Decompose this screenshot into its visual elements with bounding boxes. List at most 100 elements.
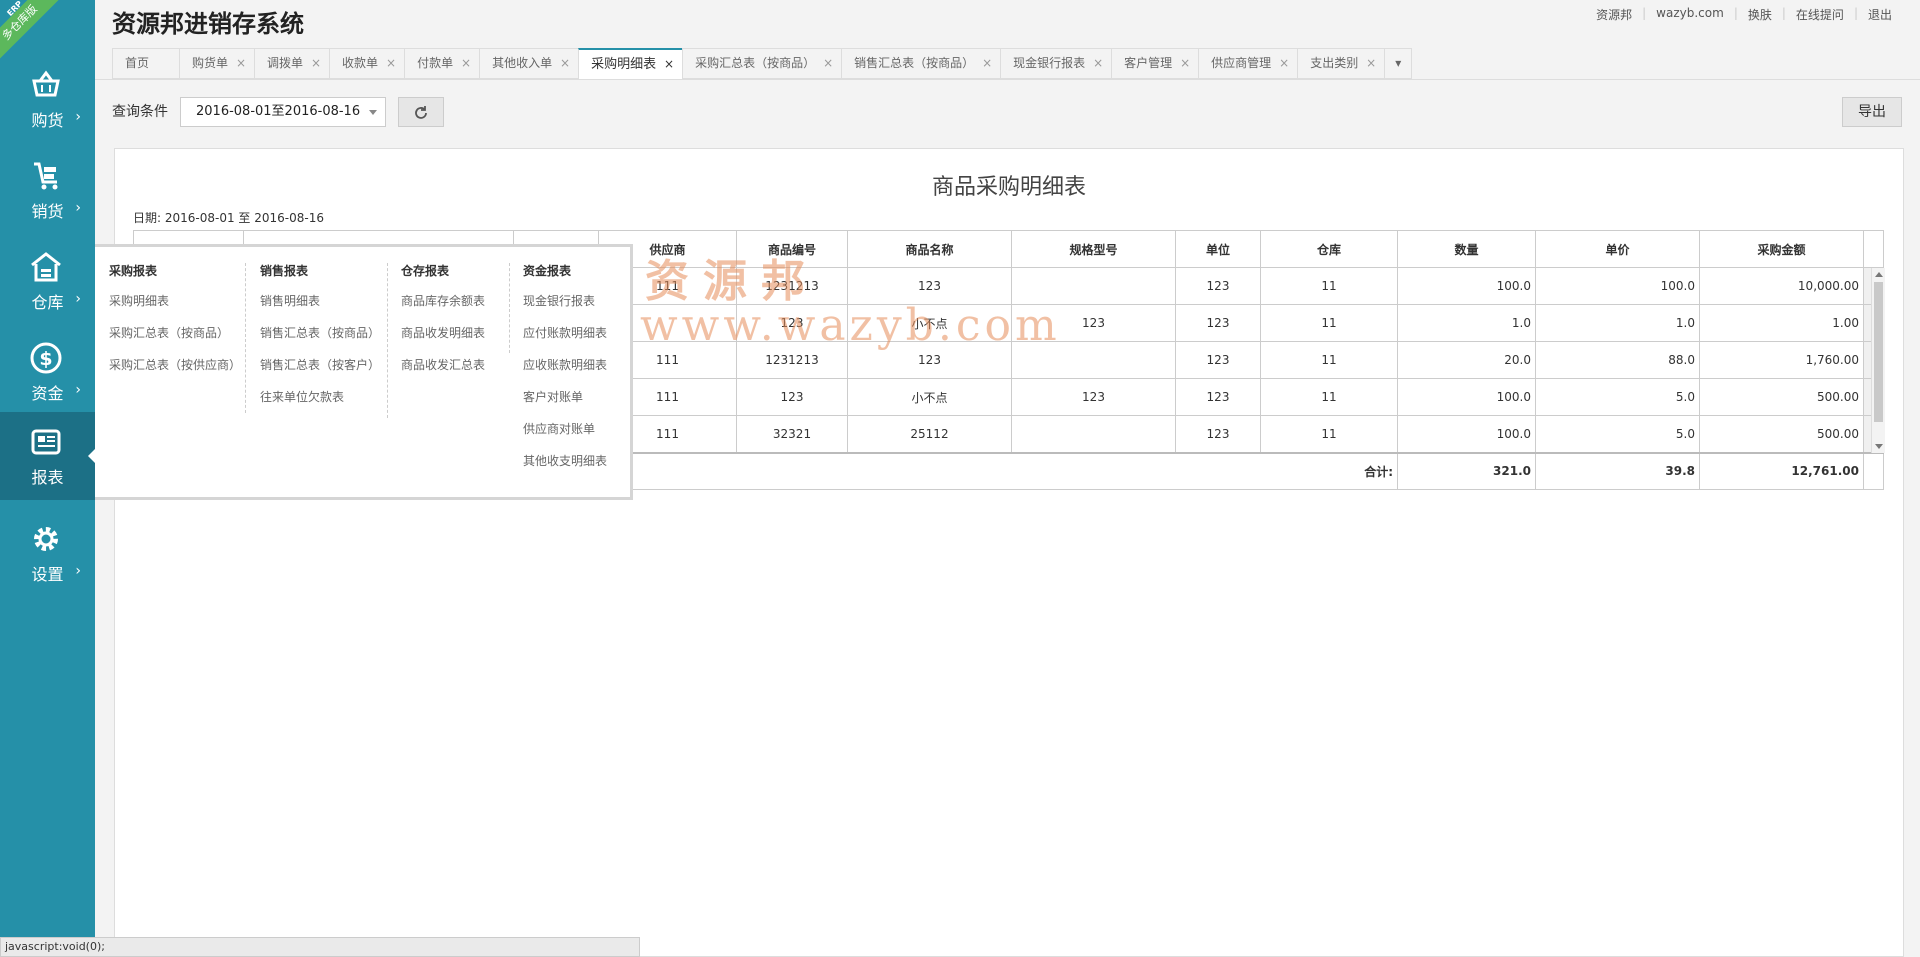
menu-item[interactable]: 采购明细表 <box>109 291 241 323</box>
menu-item[interactable]: 销售汇总表（按客户） <box>260 355 380 387</box>
tab-expense-category[interactable]: 支出类别 × <box>1297 48 1385 79</box>
tab-overflow-button[interactable]: ▾ <box>1384 48 1413 79</box>
tab-supplier-mgmt[interactable]: 供应商管理 × <box>1198 48 1298 79</box>
close-icon[interactable]: × <box>982 49 992 78</box>
table-scrollbar[interactable] <box>1871 268 1885 453</box>
close-icon[interactable]: × <box>664 50 674 79</box>
close-icon[interactable]: × <box>236 49 246 78</box>
table-cell: 123 <box>1175 415 1261 453</box>
report-icon <box>31 429 61 455</box>
table-cell: 10,000.00 <box>1699 267 1864 305</box>
menu-item[interactable]: 应收账款明细表 <box>523 355 607 387</box>
total-unit-price: 39.8 <box>1535 451 1700 490</box>
report-date-range: 日期: 2016-08-01 至 2016-08-16 <box>133 211 324 225</box>
column-header-amount[interactable]: 采购金额 <box>1699 230 1864 268</box>
sidebar-item-reports[interactable]: 报表 <box>0 412 96 500</box>
menu-divider <box>509 263 510 353</box>
tab-transfer-order[interactable]: 调拨单 × <box>254 48 330 79</box>
close-icon[interactable]: × <box>1180 49 1190 78</box>
export-button[interactable]: 导出 <box>1842 97 1902 127</box>
table-cell: 32321 <box>736 415 848 453</box>
column-header-spec[interactable]: 规格型号 <box>1011 230 1176 268</box>
table-cell: 123 <box>847 267 1012 305</box>
table-cell <box>1863 451 1884 490</box>
menu-item[interactable]: 销售汇总表（按商品） <box>260 323 380 355</box>
tab-payment[interactable]: 付款单 × <box>404 48 480 79</box>
menu-item[interactable]: 客户对账单 <box>523 387 607 419</box>
tab-purchase-detail[interactable]: 采购明细表 × <box>578 48 683 80</box>
menu-item[interactable]: 现金银行报表 <box>523 291 607 323</box>
date-range-select[interactable]: 2016-08-01至2016-08-16 <box>180 97 386 127</box>
tab-label: 付款单 <box>417 56 454 70</box>
top-link-help[interactable]: 在线提问 <box>1786 6 1854 23</box>
top-link-logout[interactable]: 退出 <box>1858 6 1902 23</box>
top-link-site[interactable]: wazyb.com <box>1646 6 1734 23</box>
tab-customer-mgmt[interactable]: 客户管理 × <box>1111 48 1199 79</box>
table-cell: 100.0 <box>1535 267 1700 305</box>
menu-column-funds: 资金报表 现金银行报表 应付账款明细表 应收账款明细表 客户对账单 供应商对账单… <box>523 261 607 483</box>
scroll-down-arrow-icon[interactable] <box>1875 444 1883 449</box>
menu-item[interactable]: 商品收发汇总表 <box>401 355 485 387</box>
menu-item[interactable]: 应付账款明细表 <box>523 323 607 355</box>
menu-item[interactable]: 销售明细表 <box>260 291 380 323</box>
menu-item[interactable]: 其他收支明细表 <box>523 451 607 483</box>
close-icon[interactable]: × <box>823 49 833 78</box>
menu-item[interactable]: 商品库存余额表 <box>401 291 485 323</box>
tab-purchase-summary-product[interactable]: 采购汇总表（按商品） × <box>682 48 842 79</box>
column-header-warehouse[interactable]: 仓库 <box>1260 230 1398 268</box>
tab-label: 供应商管理 <box>1211 56 1272 70</box>
scrollbar-thumb[interactable] <box>1874 282 1883 422</box>
top-link-skin[interactable]: 换肤 <box>1738 6 1782 23</box>
close-icon[interactable]: × <box>1366 49 1376 78</box>
menu-heading: 仓存报表 <box>401 264 450 278</box>
menu-item[interactable]: 往来单位欠款表 <box>260 387 380 419</box>
chevron-right-icon: › <box>75 109 81 125</box>
close-icon[interactable]: × <box>560 49 570 78</box>
chevron-right-icon: › <box>75 200 81 216</box>
close-icon[interactable]: × <box>311 49 321 78</box>
tab-sales-summary-product[interactable]: 销售汇总表（按商品） × <box>841 48 1001 79</box>
scroll-up-arrow-icon[interactable] <box>1875 272 1883 277</box>
column-header-unit[interactable]: 单位 <box>1175 230 1261 268</box>
sidebar-item-sales[interactable]: 销货 › <box>0 146 95 234</box>
menu-divider <box>245 263 246 413</box>
top-links: 资源邦 | wazyb.com | 换肤 | 在线提问 | 退出 <box>1586 6 1902 23</box>
top-link-home[interactable]: 资源邦 <box>1586 6 1642 23</box>
tab-label: 采购汇总表（按商品） <box>695 56 816 70</box>
column-header-product-name[interactable]: 商品名称 <box>847 230 1012 268</box>
chevron-right-icon: › <box>75 382 81 398</box>
close-icon[interactable]: × <box>386 49 396 78</box>
tab-home[interactable]: 首页 <box>112 48 180 79</box>
basket-icon <box>32 70 60 97</box>
chevron-right-icon: › <box>75 563 81 579</box>
menu-heading: 销售报表 <box>260 264 309 278</box>
close-icon[interactable]: × <box>1093 49 1103 78</box>
sidebar-item-funds[interactable]: $ 资金 › <box>0 328 95 416</box>
menu-item[interactable]: 供应商对账单 <box>523 419 607 451</box>
sidebar-item-warehouse[interactable]: 仓库 › <box>0 237 95 325</box>
column-header-unit-price[interactable]: 单价 <box>1535 230 1700 268</box>
total-amount: 12,761.00 <box>1699 451 1864 490</box>
table-cell: 20.0 <box>1397 341 1536 379</box>
menu-item[interactable]: 商品收发明细表 <box>401 323 485 355</box>
refresh-button[interactable] <box>398 97 444 127</box>
tab-purchase-order[interactable]: 购货单 × <box>179 48 255 79</box>
menu-column-sales: 销售报表 销售明细表 销售汇总表（按商品） 销售汇总表（按客户） 往来单位欠款表 <box>260 261 380 419</box>
close-icon[interactable]: × <box>1279 49 1289 78</box>
gear-icon <box>34 527 58 551</box>
sidebar-item-purchase[interactable]: 购货 › <box>0 55 95 143</box>
menu-item[interactable]: 采购汇总表（按商品） <box>109 323 241 355</box>
tab-label: 购货单 <box>192 56 229 70</box>
tab-label: 首页 <box>125 56 150 70</box>
menu-item[interactable]: 采购汇总表（按供应商） <box>109 355 241 387</box>
close-icon[interactable]: × <box>461 49 471 78</box>
tab-cash-bank-report[interactable]: 现金银行报表 × <box>1000 48 1112 79</box>
column-header-quantity[interactable]: 数量 <box>1397 230 1536 268</box>
sidebar: 多仓库版 ERP 购货 › 销货 › 仓库 › $ 资金 › 报表 设置 › <box>0 0 96 957</box>
table-cell: 1.0 <box>1535 304 1700 342</box>
table-cell <box>1011 415 1176 453</box>
sidebar-item-settings[interactable]: 设置 › <box>0 509 95 597</box>
tab-receipt[interactable]: 收款单 × <box>329 48 405 79</box>
tab-other-income[interactable]: 其他收入单 × <box>479 48 579 79</box>
table-cell: 123 <box>1011 378 1176 416</box>
